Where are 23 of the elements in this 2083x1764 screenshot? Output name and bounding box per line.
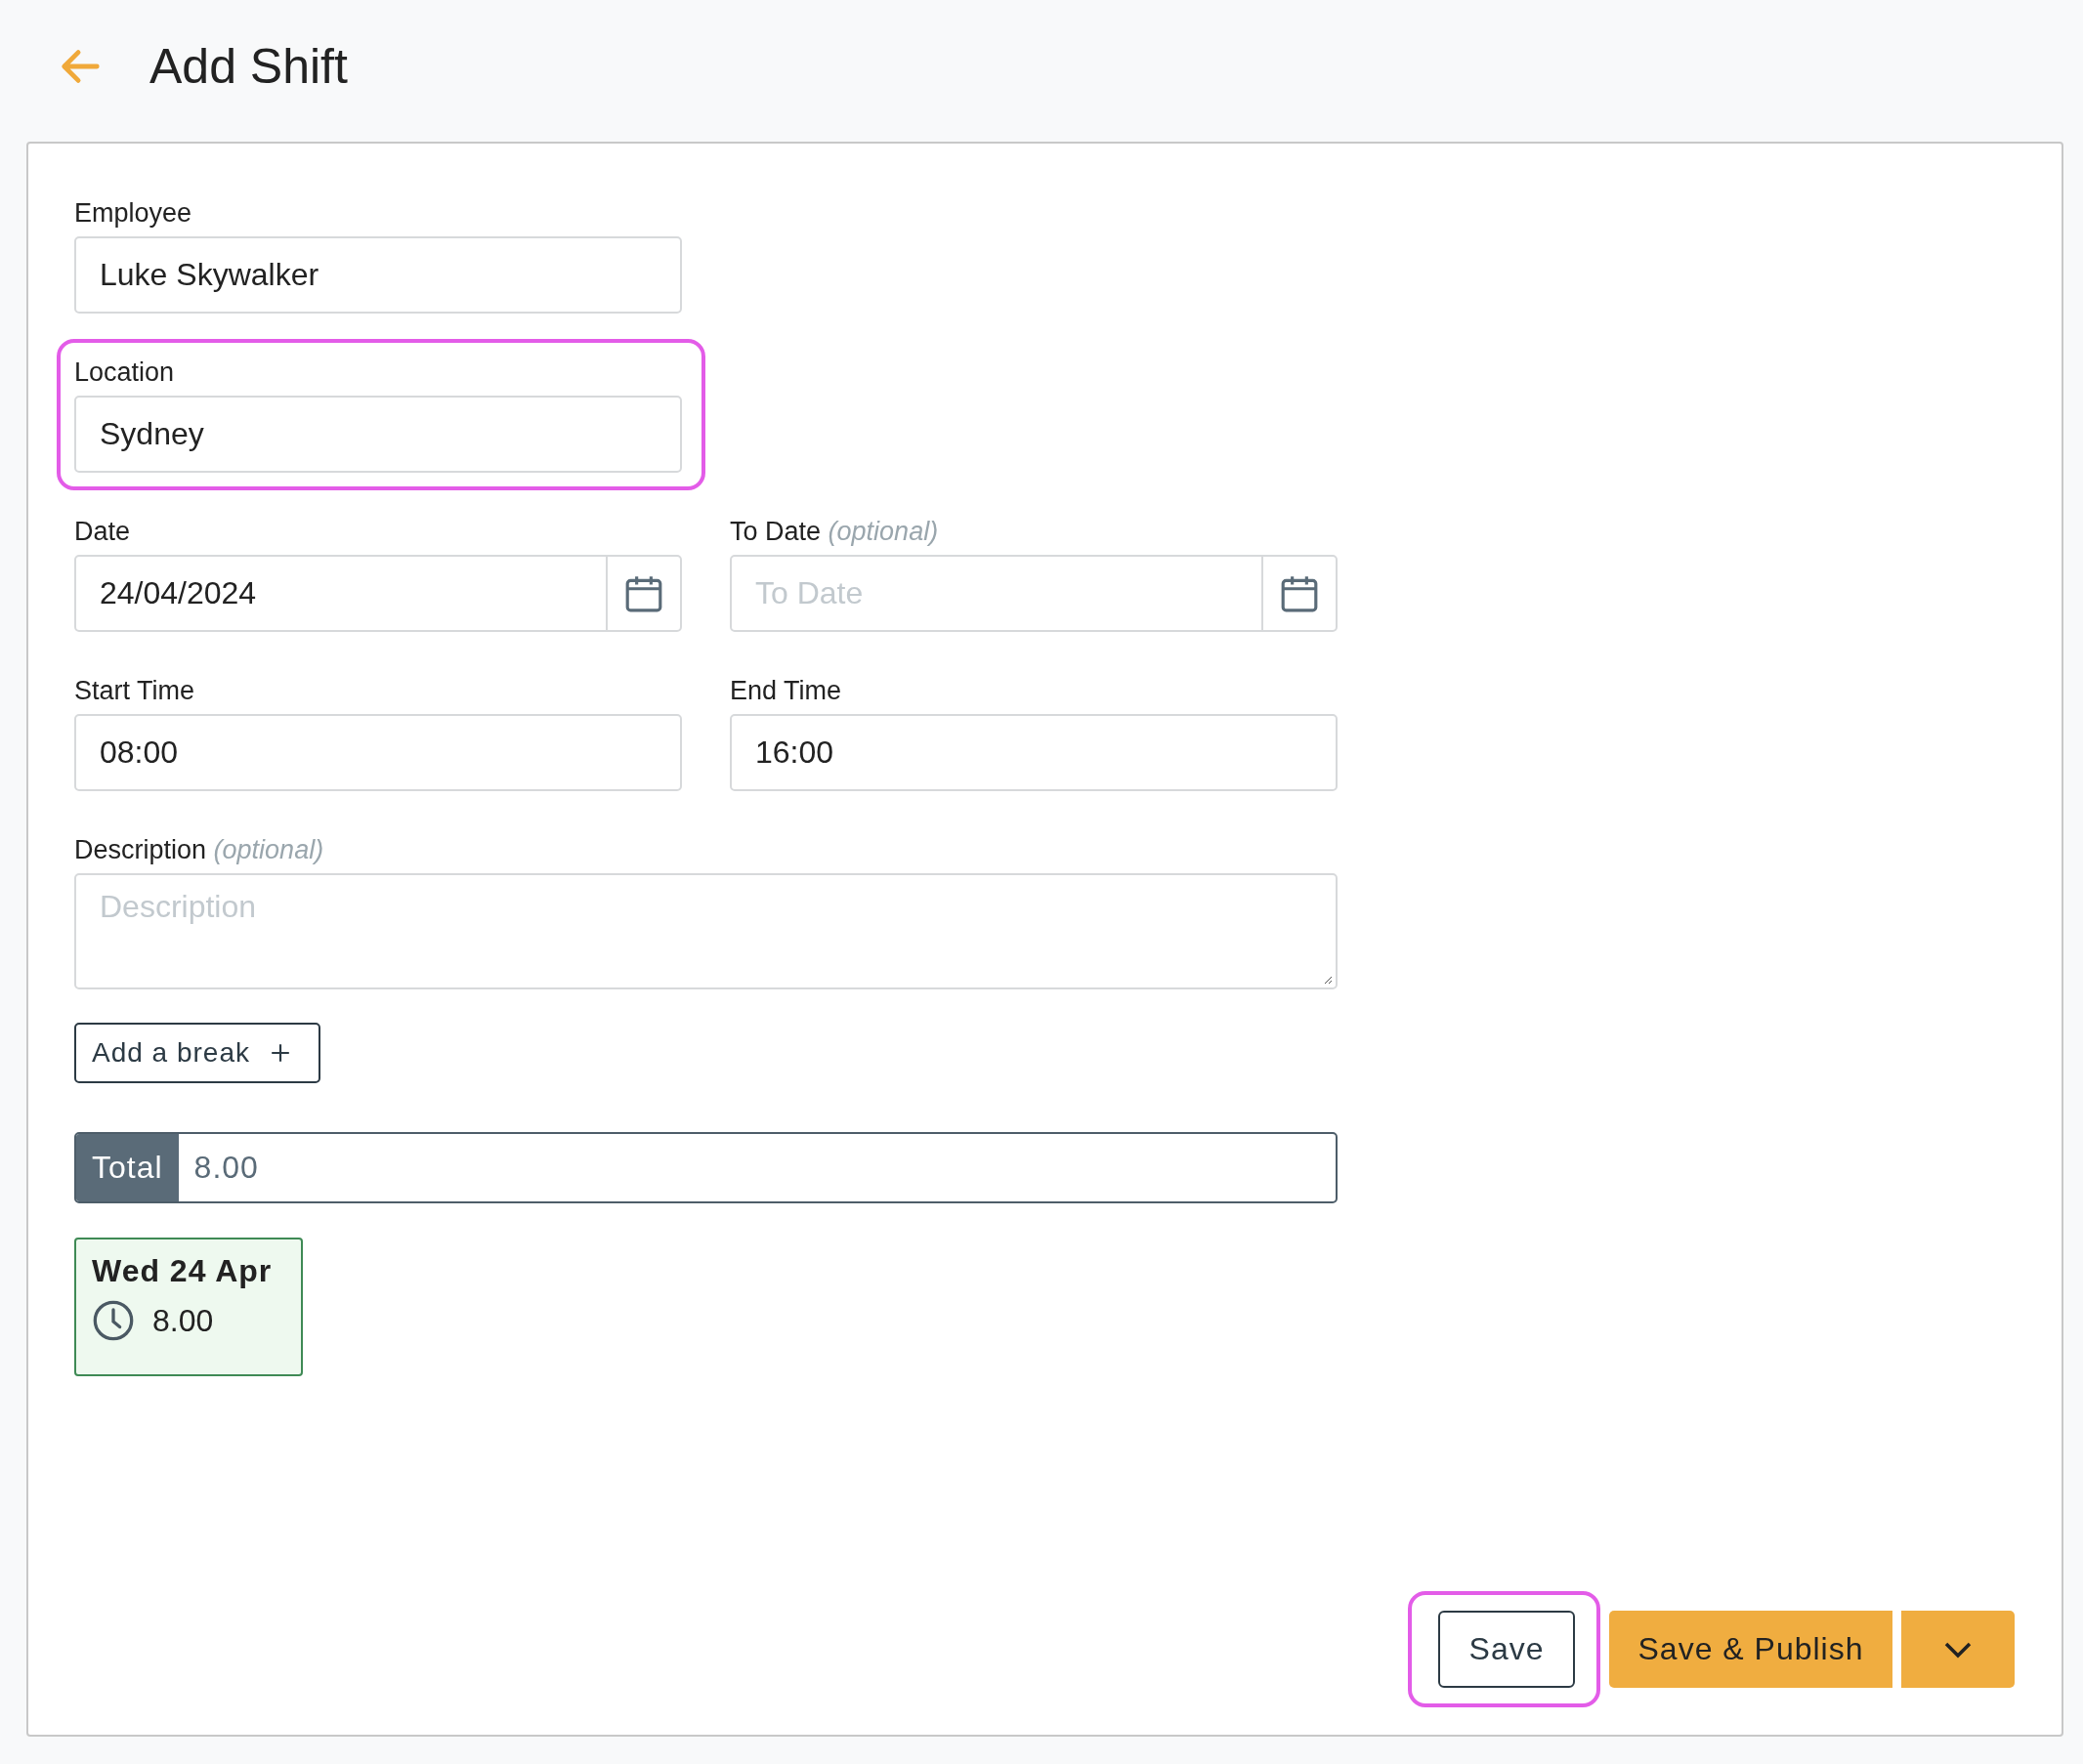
input-field[interactable]: 08:00 — [74, 714, 682, 791]
field-label: Date — [74, 516, 132, 547]
field-label: Start Time — [74, 675, 196, 706]
field-label: End Time — [730, 675, 843, 706]
field-label: Description (optional) — [74, 834, 325, 865]
field-label: Location — [74, 357, 176, 388]
hours-value: 8.00 — [152, 1302, 214, 1339]
total-value: 8.00 — [192, 1149, 259, 1187]
save-button[interactable]: Save — [1438, 1611, 1575, 1688]
date-field[interactable]: 24/04/2024 — [74, 555, 682, 632]
day-title: Wed 24 Apr — [92, 1253, 274, 1289]
field-label: To Date (optional) — [730, 516, 940, 547]
add-break-button[interactable]: Add a break — [74, 1023, 320, 1083]
input-field[interactable]: 16:00 — [730, 714, 1338, 791]
page-title: Add Shift — [149, 37, 348, 95]
clock-icon — [92, 1299, 135, 1342]
plus-icon — [270, 1042, 291, 1064]
input-field[interactable]: Luke Skywalker — [74, 236, 682, 314]
input-field[interactable]: Sydney — [74, 396, 682, 473]
save-publish-button[interactable]: Save & Publish — [1609, 1611, 1892, 1688]
resize-grip-icon[interactable] — [1323, 975, 1333, 985]
total-label: Total — [76, 1134, 179, 1201]
field-label: Employee — [74, 197, 193, 229]
